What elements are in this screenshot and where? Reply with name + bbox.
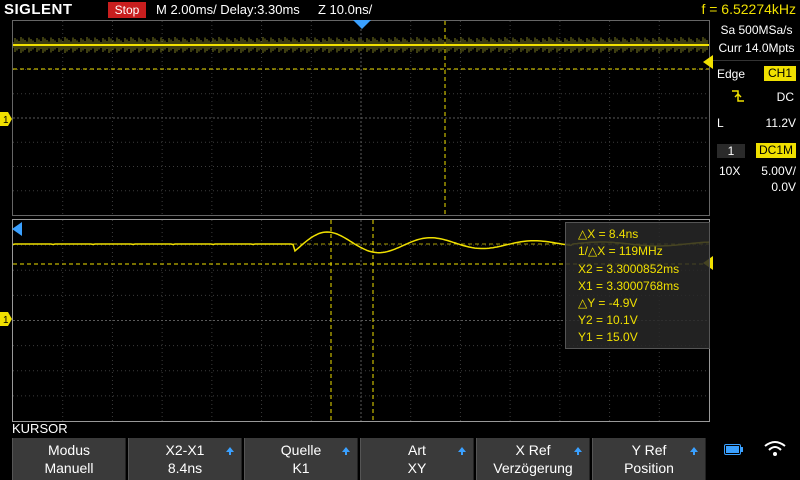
frequency-counter: f = 6.52274kHz: [701, 1, 796, 17]
softkey-label: Modus: [47, 442, 91, 458]
brand-logo: SIGLENT: [4, 1, 73, 18]
trigger-level-label: L: [717, 116, 724, 130]
right-info-panel: Sa 500MSa/s Curr 14.0Mpts Edge CH1 DC L …: [713, 20, 800, 440]
softkey-quelle[interactable]: Quelle K1: [244, 438, 358, 480]
ch1-offset-marker-overview-icon[interactable]: 1: [0, 112, 12, 126]
memory-depth: Curr 14.0Mpts: [718, 41, 795, 55]
rising-edge-icon: [732, 90, 744, 102]
channel-number: 1: [717, 144, 745, 158]
channel-scale: 5.00V/: [761, 164, 796, 178]
cursor-delta-x: △X = 8.4ns: [578, 227, 639, 241]
overview-waveform-window[interactable]: [12, 20, 710, 216]
menu-title: KURSOR: [12, 421, 68, 436]
trigger-source: CH1: [764, 66, 796, 81]
zoom-timebase-readout: Z 10.0ns/: [318, 2, 373, 17]
sample-rate: Sa 500MSa/s: [720, 23, 793, 37]
softkey-x-ref[interactable]: X Ref Verzögerung: [476, 438, 590, 480]
wifi-icon[interactable]: [764, 440, 786, 456]
up-arrow-icon: [690, 447, 698, 455]
softkey-value: Position: [624, 460, 674, 476]
softkey-modus[interactable]: Modus Manuell: [12, 438, 126, 480]
cursor-y2: Y2 = 10.1V: [578, 313, 638, 327]
overview-grid: [13, 21, 709, 215]
softkey-x2-x1[interactable]: X2-X1 8.4ns: [128, 438, 242, 480]
softkey-value: Manuell: [44, 460, 94, 476]
timebase-readout: M 2.00ms/ Delay:3.30ms: [156, 2, 300, 17]
softkey-value: 8.4ns: [167, 460, 203, 476]
channel1-info[interactable]: 1 DC1M 10X 5.00V/ 0.0V: [713, 142, 800, 198]
trigger-position-marker-icon[interactable]: [353, 20, 371, 30]
svg-text:1: 1: [3, 315, 9, 326]
trigger-coupling: DC: [776, 90, 794, 104]
channel-offset: 0.0V: [771, 180, 796, 194]
cursor-inverse-delta-x: 1/△X = 119MHz: [578, 244, 663, 258]
svg-text:1: 1: [3, 115, 9, 126]
cursor-y1: Y1 = 15.0V: [578, 330, 638, 344]
run-stop-badge[interactable]: Stop: [108, 2, 146, 18]
cursor-x2: X2 = 3.3000852ms: [578, 262, 680, 276]
cursor-readout-panel: △X = 8.4ns 1/△X = 119MHz X2 = 3.3000852m…: [565, 222, 710, 349]
zoom-trigger-offset-marker-icon[interactable]: [12, 222, 22, 236]
up-arrow-icon: [458, 447, 466, 455]
up-arrow-icon: [342, 447, 350, 455]
softkey-value: Verzögerung: [493, 460, 573, 476]
battery-icon: [724, 444, 743, 455]
up-arrow-icon: [574, 447, 582, 455]
channel-probe: 10X: [719, 164, 741, 178]
cursor-delta-y: △Y = -4.9V: [578, 296, 638, 310]
trigger-type: Edge: [717, 67, 746, 81]
softkey-y-ref[interactable]: Y Ref Position: [592, 438, 706, 480]
trigger-info[interactable]: Edge CH1 DC L 11.2V: [713, 60, 800, 155]
channel-coupling: DC1M: [756, 143, 796, 158]
top-status-bar: SIGLENT Stop M 2.00ms/ Delay:3.30ms Z 10…: [0, 0, 800, 20]
trigger-level: 11.2V: [765, 116, 796, 130]
softkey-bar: Modus Manuell X2-X1 8.4ns Quelle K1 Art XY X Ref…: [12, 438, 710, 480]
up-arrow-icon: [226, 447, 234, 455]
cursor-x1: X1 = 3.3000768ms: [578, 279, 680, 293]
softkey-value: K1: [292, 460, 310, 476]
softkey-value: XY: [407, 460, 427, 476]
softkey-art[interactable]: Art XY: [360, 438, 474, 480]
ch1-offset-marker-zoom-icon[interactable]: 1: [0, 312, 12, 326]
trigger-level-marker-overview-icon[interactable]: [703, 55, 713, 69]
